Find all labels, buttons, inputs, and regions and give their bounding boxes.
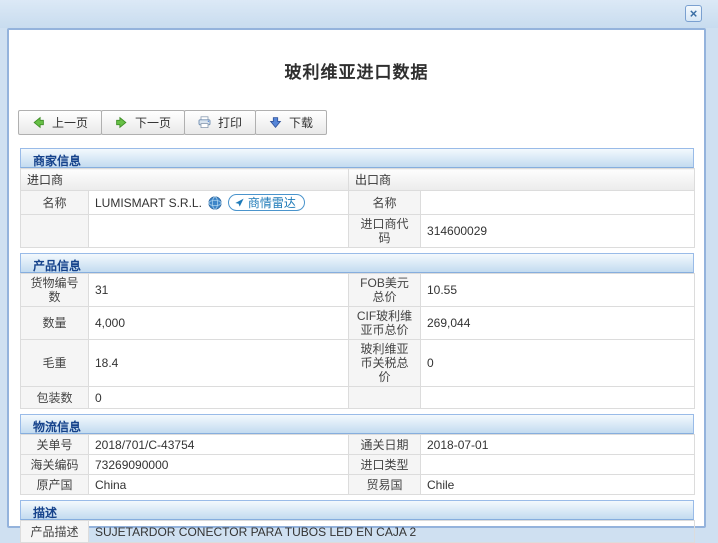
- empty-label-cell: [348, 386, 421, 409]
- prev-page-button[interactable]: 上一页: [18, 110, 103, 135]
- next-page-label: 下一页: [135, 116, 172, 130]
- cif-total-label: CIF玻利维亚币总价: [348, 306, 421, 340]
- table-row: 货物编号数 31 FOB美元总价 10.55: [20, 273, 695, 307]
- next-page-button[interactable]: 下一页: [101, 110, 186, 135]
- trade-country-label: 贸易国: [348, 474, 421, 495]
- gross-weight-value: 18.4: [88, 339, 349, 387]
- radar-badge[interactable]: 商情雷达: [227, 194, 305, 211]
- gross-weight-label: 毛重: [20, 339, 89, 387]
- product-table: 货物编号数 31 FOB美元总价 10.55 数量 4,000 CIF玻利维亚币…: [20, 273, 695, 409]
- empty-label-cell: [20, 214, 89, 248]
- merchant-section-header: 商家信息: [20, 148, 694, 168]
- import-type-label: 进口类型: [348, 454, 421, 475]
- empty-value-cell: [87, 214, 350, 248]
- toolbar: 上一页 下一页 打印 下载: [18, 110, 704, 135]
- section-logistics-info: 物流信息 关单号 2018/701/C-43754 通关日期 2018-07-0…: [20, 414, 695, 495]
- goods-count-label: 货物编号数: [20, 273, 89, 307]
- origin-country-label: 原产国: [20, 474, 89, 495]
- import-record-window: { "window": { "title": "玻利维亚进口数据", "clos…: [0, 0, 718, 543]
- table-row: 毛重 18.4 玻利维亚币关税总价 0: [20, 339, 695, 387]
- exporter-name-value: [420, 190, 696, 215]
- table-row: 进口商 出口商: [19, 168, 696, 191]
- section-product-info: 产品信息 货物编号数 31 FOB美元总价 10.55 数量 4,000 CIF…: [20, 253, 695, 409]
- table-row: 关单号 2018/701/C-43754 通关日期 2018-07-01: [20, 434, 695, 455]
- origin-country-value: China: [88, 474, 349, 495]
- customs-no-value: 2018/701/C-43754: [88, 434, 349, 455]
- clearance-date-value: 2018-07-01: [420, 434, 695, 455]
- dialog-panel: 玻利维亚进口数据 上一页 下一页 打印 下载 商家信息 进口商 出口商 名称 L…: [7, 28, 706, 543]
- globe-icon[interactable]: [208, 195, 222, 210]
- table-row: 原产国 China 贸易国 Chile: [20, 474, 695, 495]
- exporter-group-header: 出口商: [348, 168, 696, 191]
- description-section-header: 描述: [20, 500, 694, 520]
- radar-pointer-icon: [234, 197, 245, 208]
- cif-total-value: 269,044: [420, 306, 695, 340]
- section-description: 描述 产品描述 SUJETARDOR CONECTOR PARA TUBOS L…: [20, 500, 696, 543]
- tariff-total-label: 玻利维亚币关税总价: [348, 339, 421, 387]
- importer-name-cell: LUMISMART S.R.L. 商情雷达: [87, 190, 350, 215]
- arrow-down-icon: [269, 116, 282, 129]
- section-merchant-info: 商家信息 进口商 出口商 名称 LUMISMART S.R.L. 商情雷达 名称…: [19, 148, 696, 248]
- radar-badge-label: 商情雷达: [247, 196, 296, 210]
- importer-name-label: 名称: [20, 190, 89, 215]
- package-count-value: 0: [88, 386, 349, 409]
- download-button[interactable]: 下载: [255, 110, 328, 135]
- product-description-value: SUJETARDOR CONECTOR PARA TUBOS LED EN CA…: [87, 520, 696, 543]
- product-section-header: 产品信息: [20, 253, 694, 273]
- table-row: 包装数 0: [20, 386, 695, 409]
- fob-usd-label: FOB美元总价: [348, 273, 421, 307]
- download-label: 下载: [289, 116, 314, 130]
- customs-no-label: 关单号: [20, 434, 89, 455]
- page-title: 玻利维亚进口数据: [284, 63, 429, 82]
- print-label: 打印: [218, 116, 243, 130]
- quantity-value: 4,000: [88, 306, 349, 340]
- prev-page-label: 上一页: [52, 116, 89, 130]
- import-type-value: [420, 454, 695, 475]
- table-row: 海关编码 73269090000 进口类型: [20, 454, 695, 475]
- product-description-label: 产品描述: [20, 520, 89, 543]
- description-table: 产品描述 SUJETARDOR CONECTOR PARA TUBOS LED …: [20, 520, 696, 543]
- quantity-label: 数量: [20, 306, 89, 340]
- empty-value-cell: [420, 386, 695, 409]
- trade-country-value: Chile: [420, 474, 695, 495]
- tariff-total-value: 0: [420, 339, 695, 387]
- importer-name-value: LUMISMART S.R.L.: [95, 195, 202, 210]
- importer-code-label: 进口商代码: [348, 214, 422, 248]
- window-titlebar: [0, 0, 718, 28]
- printer-icon: [198, 116, 211, 129]
- arrow-right-icon: [115, 116, 128, 129]
- close-icon[interactable]: ×: [685, 5, 702, 22]
- hs-code-label: 海关编码: [20, 454, 89, 475]
- print-button[interactable]: 打印: [184, 110, 257, 135]
- clearance-date-label: 通关日期: [348, 434, 421, 455]
- table-row: 产品描述 SUJETARDOR CONECTOR PARA TUBOS LED …: [20, 520, 696, 543]
- arrow-left-icon: [32, 116, 45, 129]
- logistics-section-header: 物流信息: [20, 414, 694, 434]
- logistics-table: 关单号 2018/701/C-43754 通关日期 2018-07-01 海关编…: [20, 434, 695, 495]
- importer-code-value: 314600029: [420, 214, 696, 248]
- table-row: 数量 4,000 CIF玻利维亚币总价 269,044: [20, 306, 695, 340]
- table-row: 名称 LUMISMART S.R.L. 商情雷达 名称: [20, 190, 696, 215]
- package-count-label: 包装数: [20, 386, 89, 409]
- table-row: 进口商代码 314600029: [20, 214, 696, 248]
- importer-group-header: 进口商: [19, 168, 350, 191]
- merchant-table: 进口商 出口商 名称 LUMISMART S.R.L. 商情雷达 名称 进口商代…: [19, 168, 696, 248]
- fob-usd-value: 10.55: [420, 273, 695, 307]
- hs-code-value: 73269090000: [88, 454, 349, 475]
- goods-count-value: 31: [88, 273, 349, 307]
- exporter-name-label: 名称: [348, 190, 422, 215]
